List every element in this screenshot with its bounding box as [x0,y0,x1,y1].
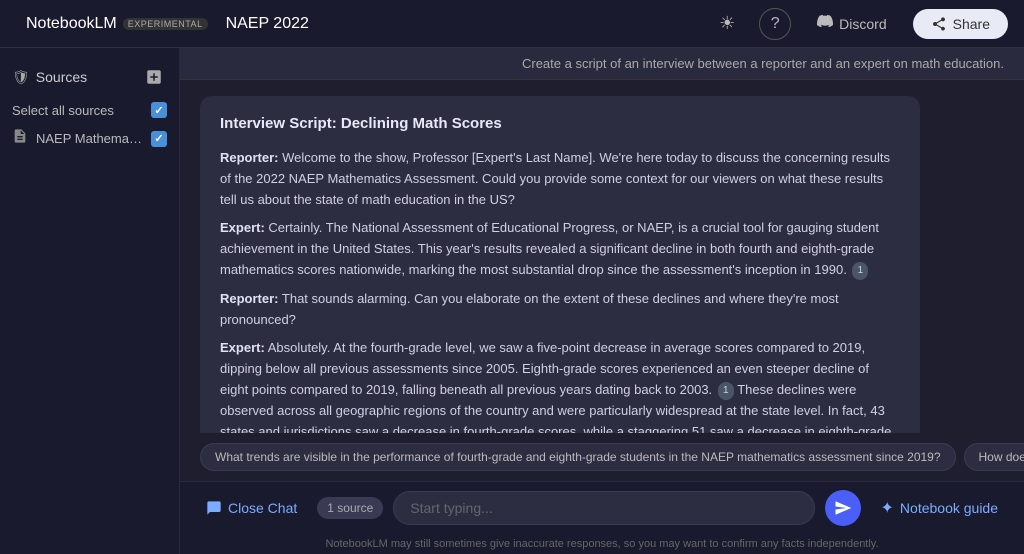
share-label: Share [953,16,990,32]
sources-label: Sources [36,69,87,85]
suggested-q-label-1: What trends are visible in the performan… [215,450,941,464]
header-right: ☀ ? Discord Share [711,7,1008,40]
paragraph-2: Expert: Certainly. The National Assessme… [220,218,900,280]
citation-1a[interactable]: 1 [852,262,868,280]
select-all-label: Select all sources [12,103,114,118]
paragraph-4: Expert: Absolutely. At the fourth-grade … [220,338,900,433]
discord-icon [817,13,833,34]
expert-text-1: Certainly. The National Assessment of Ed… [220,220,879,277]
close-chat-button[interactable]: Close Chat [196,494,307,522]
expert-label-1: Expert: [220,220,265,235]
reporter-label-2: Reporter: [220,291,279,306]
chat-input[interactable] [393,491,814,525]
prompt-suggestion-text: Create a script of an interview between … [522,56,1004,71]
chat-messages: Interview Script: Declining Math Scores … [180,80,1024,433]
interview-title: Interview Script: Declining Math Scores [220,112,900,136]
reporter-text-2: That sounds alarming. Can you elaborate … [220,291,839,327]
suggested-question-1[interactable]: What trends are visible in the performan… [200,443,956,471]
chat-area: Create a script of an interview between … [180,48,1024,554]
paragraph-3: Reporter: That sounds alarming. Can you … [220,289,900,331]
sources-left: 🛡 Sources [12,69,87,86]
sparkle-icon: ✦ [881,498,894,518]
brightness-button[interactable]: ☀ [711,8,743,40]
brand-name: NotebookLM [26,15,117,33]
reporter-text-1: Welcome to the show, Professor [Expert's… [220,150,890,207]
add-source-button[interactable] [141,64,167,90]
interview-card: Interview Script: Declining Math Scores … [200,96,920,433]
select-all-checkbox[interactable] [151,102,167,118]
send-button[interactable] [825,490,861,526]
bottom-bar: Close Chat 1 source ✦ Notebook guide [180,481,1024,534]
source-checkbox[interactable] [151,131,167,147]
brand-badge: Experimental [123,18,208,30]
notebook-guide-button[interactable]: ✦ Notebook guide [871,492,1008,524]
share-button[interactable]: Share [913,9,1008,39]
paragraph-1: Reporter: Welcome to the show, Professor… [220,148,900,210]
discord-button[interactable]: Discord [807,7,896,40]
notebook-guide-label: Notebook guide [900,500,998,516]
brand-logo: NotebookLM Experimental [26,15,208,33]
document-icon [12,128,28,149]
select-all-row: Select all sources [0,98,179,122]
reporter-label-1: Reporter: [220,150,279,165]
suggested-q-label-2: How does the perf... [979,450,1024,464]
main-layout: 🛡 Sources Select all sources NAEP Mathem… [0,48,1024,554]
source-item-naep[interactable]: NAEP Mathematics: M... [0,122,179,155]
page-title: NAEP 2022 [226,15,309,33]
sources-header: 🛡 Sources [0,56,179,98]
app-header: NotebookLM Experimental NAEP 2022 ☀ ? Di… [0,0,1024,48]
suggested-questions: What trends are visible in the performan… [180,433,1024,481]
interview-body: Reporter: Welcome to the show, Professor… [220,148,900,433]
citation-2a[interactable]: 1 [718,382,734,400]
expert-label-2: Expert: [220,340,265,355]
source-name: NAEP Mathematics: M... [36,131,143,146]
suggested-question-2[interactable]: How does the perf... [964,443,1024,471]
discord-label: Discord [839,16,886,32]
prompt-suggestion: Create a script of an interview between … [180,48,1024,80]
footer-note-text: NotebookLM may still sometimes give inac… [325,538,878,550]
footer-note: NotebookLM may still sometimes give inac… [180,534,1024,554]
shield-icon: 🛡 [12,69,30,86]
sidebar: 🛡 Sources Select all sources NAEP Mathem… [0,48,180,554]
header-left: NotebookLM Experimental NAEP 2022 [16,15,309,33]
close-chat-label: Close Chat [228,500,297,516]
source-count-badge: 1 source [317,497,383,519]
help-button[interactable]: ? [759,8,791,40]
